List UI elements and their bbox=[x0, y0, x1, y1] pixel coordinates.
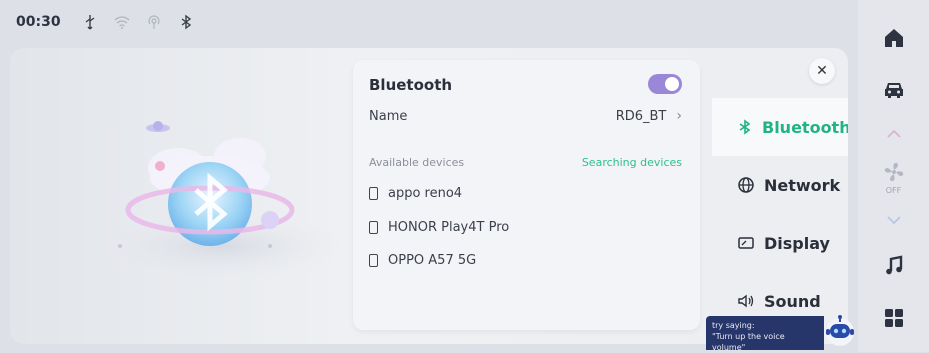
apps-button[interactable] bbox=[858, 298, 929, 338]
menu-item-network[interactable]: Network bbox=[712, 156, 848, 214]
phone-icon bbox=[369, 186, 378, 200]
device-name: HONOR Play4T Pro bbox=[388, 219, 510, 235]
fan-button[interactable]: OFF bbox=[858, 156, 929, 200]
device-item[interactable]: OPPO A57 5G bbox=[369, 249, 476, 271]
globe-icon bbox=[736, 175, 756, 195]
fan-state-label: OFF bbox=[885, 186, 902, 195]
voice-hint-line1: try saying: bbox=[712, 321, 755, 330]
fan-down-button[interactable] bbox=[858, 200, 929, 240]
searching-status: Searching devices bbox=[581, 156, 682, 169]
vehicle-button[interactable] bbox=[858, 70, 929, 110]
bluetooth-card: Bluetooth Name RD6_BT › Available device… bbox=[353, 60, 700, 330]
menu-item-label: Display bbox=[764, 233, 830, 253]
menu-item-label: Sound bbox=[764, 291, 821, 311]
device-name: appo reno4 bbox=[388, 185, 463, 201]
voice-hint: try saying: "Turn up the voice volume" bbox=[706, 316, 824, 352]
device-item[interactable]: appo reno4 bbox=[369, 182, 462, 204]
bluetooth-status-icon bbox=[177, 13, 195, 31]
bluetooth-toggle[interactable] bbox=[648, 74, 682, 94]
music-button[interactable] bbox=[858, 246, 929, 286]
apps-grid-icon bbox=[884, 309, 903, 327]
usb-icon bbox=[81, 13, 99, 31]
voice-hint-line2: "Turn up the voice volume" bbox=[712, 332, 785, 352]
status-time: 00:30 bbox=[16, 14, 61, 30]
toggle-knob bbox=[665, 77, 679, 91]
car-icon bbox=[884, 83, 903, 98]
chevron-down-icon bbox=[886, 216, 901, 225]
settings-menu: Bluetooth Network Display Sound bbox=[712, 92, 848, 344]
phone-icon bbox=[369, 253, 378, 267]
available-devices-label: Available devices bbox=[369, 156, 465, 169]
device-item[interactable]: HONOR Play4T Pro bbox=[369, 216, 509, 238]
name-label: Name bbox=[369, 108, 408, 124]
name-row[interactable]: Name RD6_BT › bbox=[369, 104, 682, 128]
speaker-icon bbox=[736, 291, 756, 311]
display-icon bbox=[736, 233, 756, 253]
music-note-icon bbox=[885, 255, 902, 275]
wifi-icon bbox=[113, 13, 131, 31]
home-button[interactable] bbox=[858, 18, 929, 58]
close-icon: ✕ bbox=[816, 63, 828, 79]
bluetooth-icon bbox=[736, 117, 754, 137]
close-button[interactable]: ✕ bbox=[809, 58, 835, 84]
device-name: OPPO A57 5G bbox=[388, 252, 477, 268]
phone-icon bbox=[369, 220, 378, 234]
hotspot-icon bbox=[145, 13, 163, 31]
settings-panel: Bluetooth Name RD6_BT › Available device… bbox=[10, 48, 848, 344]
bluetooth-globe-illustration bbox=[95, 121, 345, 280]
menu-item-label: Network bbox=[764, 175, 841, 195]
home-icon bbox=[884, 29, 903, 47]
fan-up-button[interactable] bbox=[858, 114, 929, 154]
voice-assistant-robot-icon[interactable] bbox=[822, 312, 858, 350]
menu-item-label: Bluetooth bbox=[762, 117, 848, 137]
bluetooth-title: Bluetooth bbox=[369, 76, 453, 94]
menu-item-display[interactable]: Display bbox=[712, 214, 848, 272]
right-sidebar: OFF bbox=[858, 0, 929, 352]
chevron-right-icon: › bbox=[676, 108, 682, 124]
menu-item-bluetooth[interactable]: Bluetooth bbox=[712, 98, 848, 156]
fan-icon bbox=[884, 162, 904, 182]
name-value: RD6_BT bbox=[615, 108, 667, 124]
available-devices-header: Available devices Searching devices bbox=[369, 156, 682, 169]
chevron-up-icon bbox=[886, 129, 901, 138]
status-bar: 00:30 bbox=[0, 0, 858, 44]
